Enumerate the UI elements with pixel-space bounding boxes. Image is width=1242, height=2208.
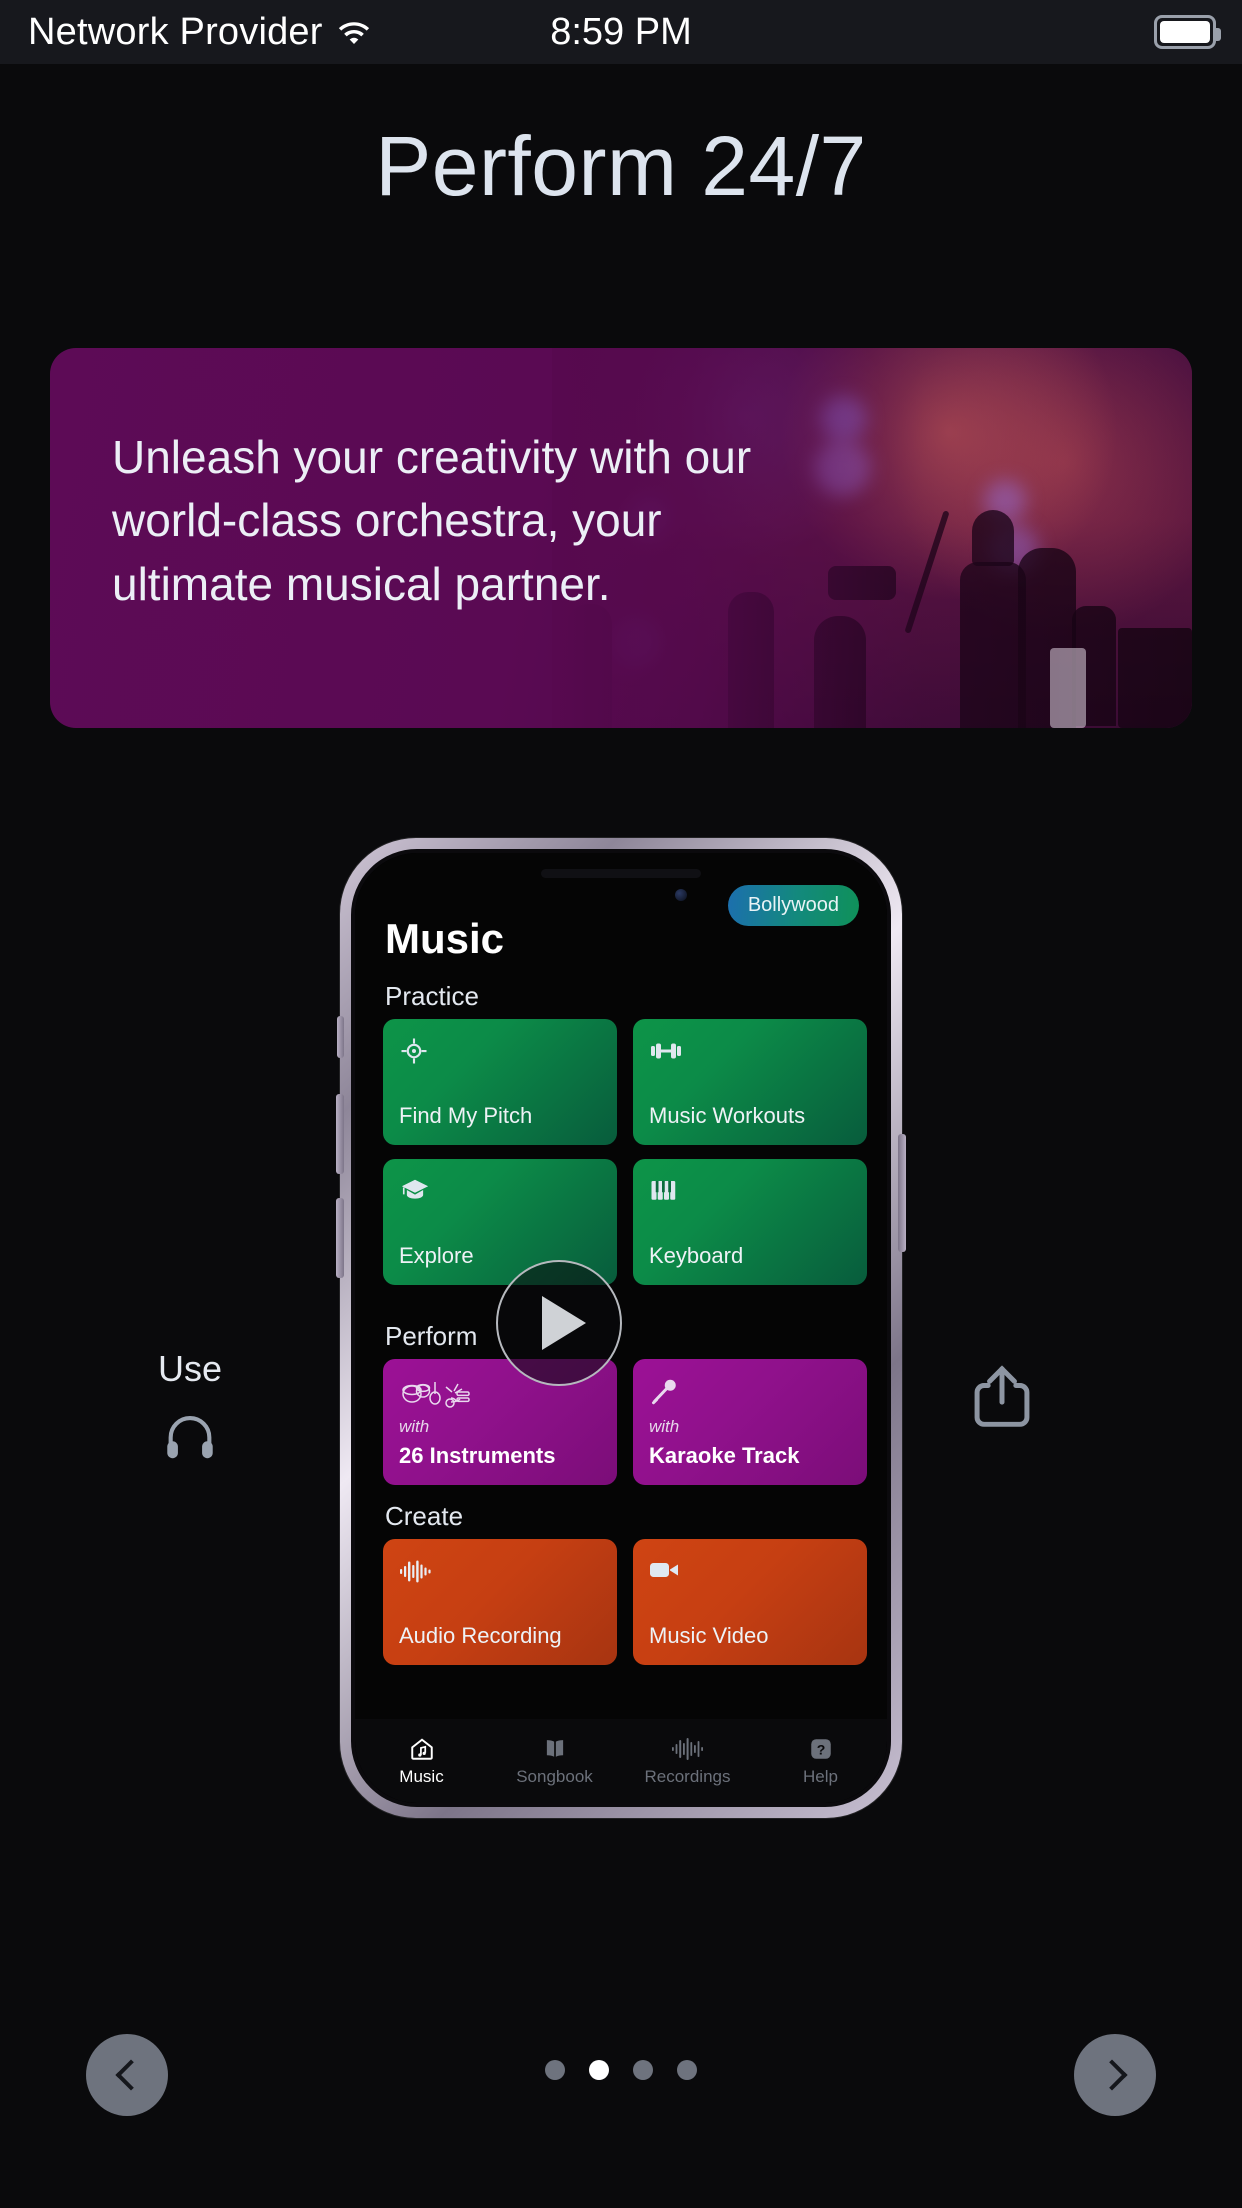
card-label: Audio Recording: [399, 1623, 562, 1648]
carousel-dot[interactable]: [545, 2060, 565, 2080]
crosshair-target-icon: [399, 1036, 601, 1072]
app-screen-title: Music: [385, 915, 505, 962]
card-label: Music Workouts: [649, 1103, 806, 1128]
card-label: Find My Pitch: [399, 1103, 533, 1128]
perform-card-grid: with 26 Instruments with Karaoke Track: [383, 1359, 867, 1485]
card-music-workouts[interactable]: Music Workouts: [633, 1019, 867, 1145]
carousel-dot-active[interactable]: [589, 2060, 609, 2080]
card-keyboard[interactable]: Keyboard: [633, 1159, 867, 1285]
volume-down-button: [336, 1198, 344, 1278]
carousel-dot[interactable]: [633, 2060, 653, 2080]
create-card-grid: Audio Recording Music Video: [383, 1539, 867, 1665]
waveform-icon: [399, 1556, 601, 1592]
use-label: Use: [157, 1348, 223, 1389]
page-title: Perform 24/7: [375, 119, 867, 213]
tab-songbook[interactable]: Songbook: [488, 1719, 621, 1803]
power-button: [898, 1134, 906, 1252]
promo-banner: Unleash your creativity with our world-c…: [50, 348, 1192, 728]
card-karaoke-track[interactable]: with Karaoke Track: [633, 1359, 867, 1485]
section-label-practice: Practice: [385, 981, 479, 1011]
play-icon: [542, 1296, 586, 1350]
status-bar: Network Provider 8:59 PM: [0, 0, 1242, 64]
card-audio-recording[interactable]: Audio Recording: [383, 1539, 617, 1665]
card-with-label: with: [399, 1417, 430, 1436]
headphones-icon: [140, 1406, 240, 1469]
piano-keys-icon: [649, 1176, 851, 1212]
earpiece-speaker: [541, 869, 701, 878]
clock-label: 8:59 PM: [550, 10, 692, 53]
card-with-label: with: [649, 1417, 680, 1436]
card-label: Keyboard: [649, 1243, 744, 1268]
svg-text:?: ?: [816, 1741, 825, 1757]
practice-card-grid: Find My Pitch Music Workouts: [383, 1019, 867, 1145]
tab-label: Help: [803, 1766, 838, 1786]
share-button[interactable]: [968, 1362, 1036, 1439]
bottom-tab-bar: Music Songbook Recordings ? Help: [355, 1719, 887, 1803]
card-find-my-pitch[interactable]: Find My Pitch: [383, 1019, 617, 1145]
genre-badge[interactable]: Bollywood: [727, 885, 859, 926]
battery-full-icon: [1154, 15, 1221, 49]
volume-up-button: [336, 1094, 344, 1174]
card-label: Explore: [399, 1243, 474, 1268]
card-label: Music Video: [649, 1623, 769, 1648]
banner-text: Unleash your creativity with our world-c…: [112, 431, 752, 610]
section-label-perform: Perform: [385, 1321, 478, 1351]
mute-switch: [337, 1016, 344, 1058]
card-label: Karaoke Track: [649, 1443, 800, 1468]
tab-label: Recordings: [644, 1766, 731, 1786]
tab-label: Music: [399, 1766, 444, 1786]
tab-help[interactable]: ? Help: [754, 1719, 887, 1803]
tab-recordings[interactable]: Recordings: [621, 1719, 754, 1803]
microphone-icon: [649, 1376, 851, 1412]
section-label-create: Create: [385, 1501, 464, 1531]
carousel-dot[interactable]: [677, 2060, 697, 2080]
video-camera-icon: [649, 1556, 851, 1592]
carousel-dots: [0, 2060, 1242, 2080]
practice-card-grid-row2: Explore Keyboard: [383, 1159, 867, 1285]
play-button[interactable]: [496, 1260, 622, 1386]
dumbbell-icon: [649, 1036, 851, 1072]
use-headphones-hint: Use: [140, 1348, 240, 1469]
card-label: 26 Instruments: [399, 1443, 556, 1468]
card-music-video[interactable]: Music Video: [633, 1539, 867, 1665]
front-camera-icon: [675, 889, 687, 901]
status-bar-right: [1154, 15, 1221, 49]
tab-music[interactable]: Music: [355, 1719, 488, 1803]
graduation-cap-icon: [399, 1176, 601, 1212]
tab-label: Songbook: [516, 1766, 593, 1786]
